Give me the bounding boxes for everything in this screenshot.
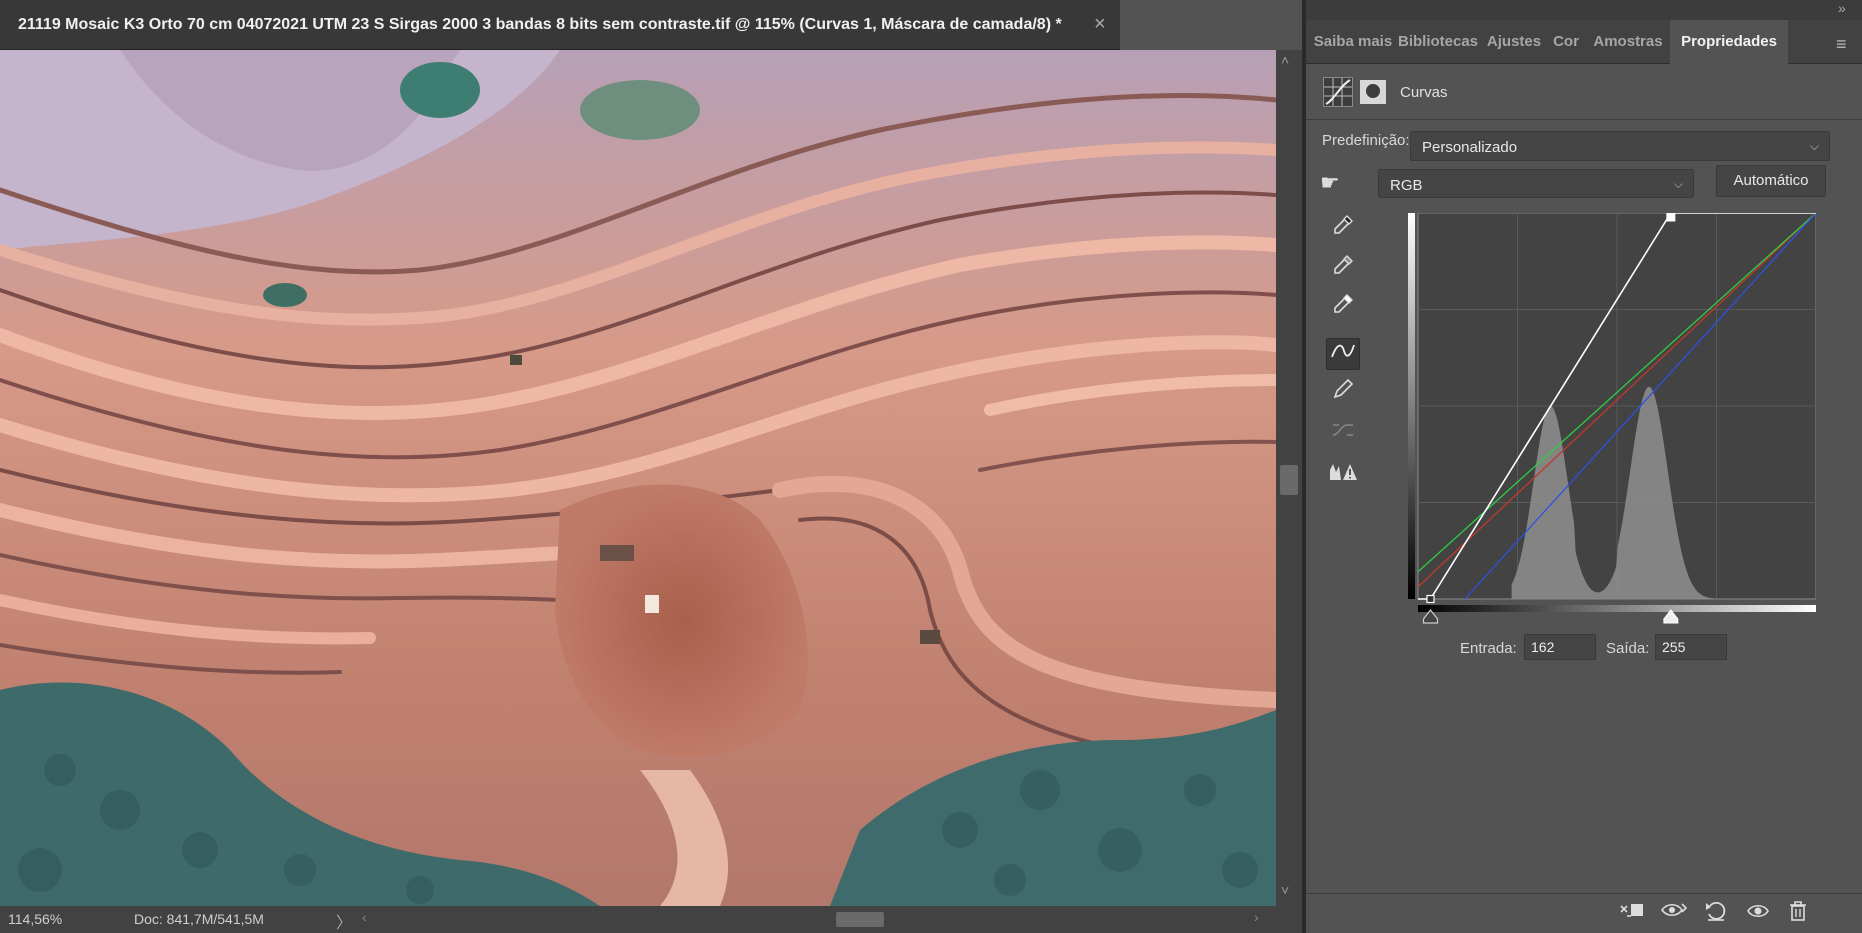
properties-bottom-bar (1306, 893, 1862, 933)
tab-cor[interactable]: Cor (1546, 20, 1586, 64)
preset-value: Personalizado (1422, 139, 1518, 156)
chevron-down-icon: ⌵ (1673, 177, 1683, 191)
preset-label: Predefinição: (1322, 132, 1410, 149)
curves-adjustment-icon[interactable] (1323, 77, 1353, 107)
channel-value: RGB (1390, 177, 1423, 194)
close-icon[interactable]: × (1094, 13, 1106, 36)
reset-icon[interactable] (1700, 900, 1732, 928)
curve-point-icon[interactable] (1326, 338, 1360, 370)
document-title: 21119 Mosaic K3 Orto 70 cm 04072021 UTM … (18, 16, 1062, 33)
auto-button[interactable]: Automático (1716, 165, 1826, 197)
image-canvas[interactable] (0, 50, 1276, 906)
eyedropper-white-icon[interactable] (1326, 293, 1360, 325)
document-tab[interactable]: 21119 Mosaic K3 Orto 70 cm 04072021 UTM … (0, 0, 1120, 50)
black-input-slider[interactable] (1422, 609, 1439, 624)
clipping-warning-icon[interactable] (1326, 460, 1360, 492)
horizontal-scrollbar[interactable] (360, 911, 1265, 928)
properties-title: Curvas (1400, 84, 1448, 101)
clip-to-layer-icon[interactable] (1616, 900, 1648, 928)
panel-menu-icon[interactable]: ≡ (1836, 34, 1847, 55)
aerial-mine-image (0, 50, 1276, 906)
output-label: Saída: (1606, 640, 1650, 657)
curves-graph[interactable] (1408, 212, 1817, 613)
view-previous-icon[interactable] (1658, 900, 1690, 928)
visibility-icon[interactable] (1742, 900, 1774, 928)
panel-tabs: Saiba mais Bibliotecas Ajustes Cor Amost… (1306, 20, 1862, 64)
horizontal-scroll-thumb[interactable] (836, 912, 884, 927)
scroll-right-icon[interactable]: › (1254, 909, 1259, 925)
input-value-field[interactable]: 162 (1524, 634, 1596, 660)
status-menu-arrow[interactable]: 〉 (336, 909, 352, 933)
tab-amostras[interactable]: Amostras (1586, 20, 1670, 64)
input-sliders (1422, 609, 1679, 624)
tab-propriedades[interactable]: Propriedades (1670, 20, 1788, 64)
scroll-down-icon[interactable]: ˅ (1281, 882, 1289, 898)
hand-target-icon[interactable]: ☛ (1320, 170, 1340, 196)
status-bar: 114,56% Doc: 841,7M/541,5M 〉 ‹ › (0, 906, 1302, 933)
document-info: Doc: 841,7M/541,5M (134, 911, 264, 927)
input-label: Entrada: (1460, 640, 1517, 657)
properties-panel: » Saiba mais Bibliotecas Ajustes Cor Amo… (1306, 0, 1862, 933)
preset-select[interactable]: Personalizado ⌵ (1410, 131, 1830, 161)
white-input-slider[interactable] (1663, 609, 1679, 624)
channel-select[interactable]: RGB ⌵ (1378, 169, 1694, 198)
slider-layer (1408, 213, 1816, 613)
tab-saiba-mais[interactable]: Saiba mais (1312, 20, 1394, 64)
smooth-icon[interactable] (1326, 418, 1360, 450)
tab-bibliotecas[interactable]: Bibliotecas (1394, 20, 1482, 64)
mask-circle-icon (1366, 84, 1380, 98)
zoom-level[interactable]: 114,56% (8, 911, 62, 927)
chevron-down-icon: ⌵ (1809, 139, 1819, 153)
scroll-left-icon[interactable]: ‹ (362, 909, 367, 925)
pencil-icon[interactable] (1326, 378, 1360, 410)
eyedropper-gray-icon[interactable] (1326, 254, 1360, 286)
output-value-field[interactable]: 255 (1655, 634, 1727, 660)
tab-ajustes[interactable]: Ajustes (1482, 20, 1546, 64)
properties-header: Curvas (1306, 64, 1862, 120)
eyedropper-black-icon[interactable] (1326, 214, 1360, 246)
panel-title-strip: » (1306, 0, 1862, 20)
trash-icon[interactable] (1782, 900, 1814, 928)
scroll-up-icon[interactable]: ˄ (1281, 52, 1289, 68)
collapse-icon[interactable]: » (1838, 0, 1846, 16)
vertical-scroll-thumb[interactable] (1280, 465, 1298, 495)
